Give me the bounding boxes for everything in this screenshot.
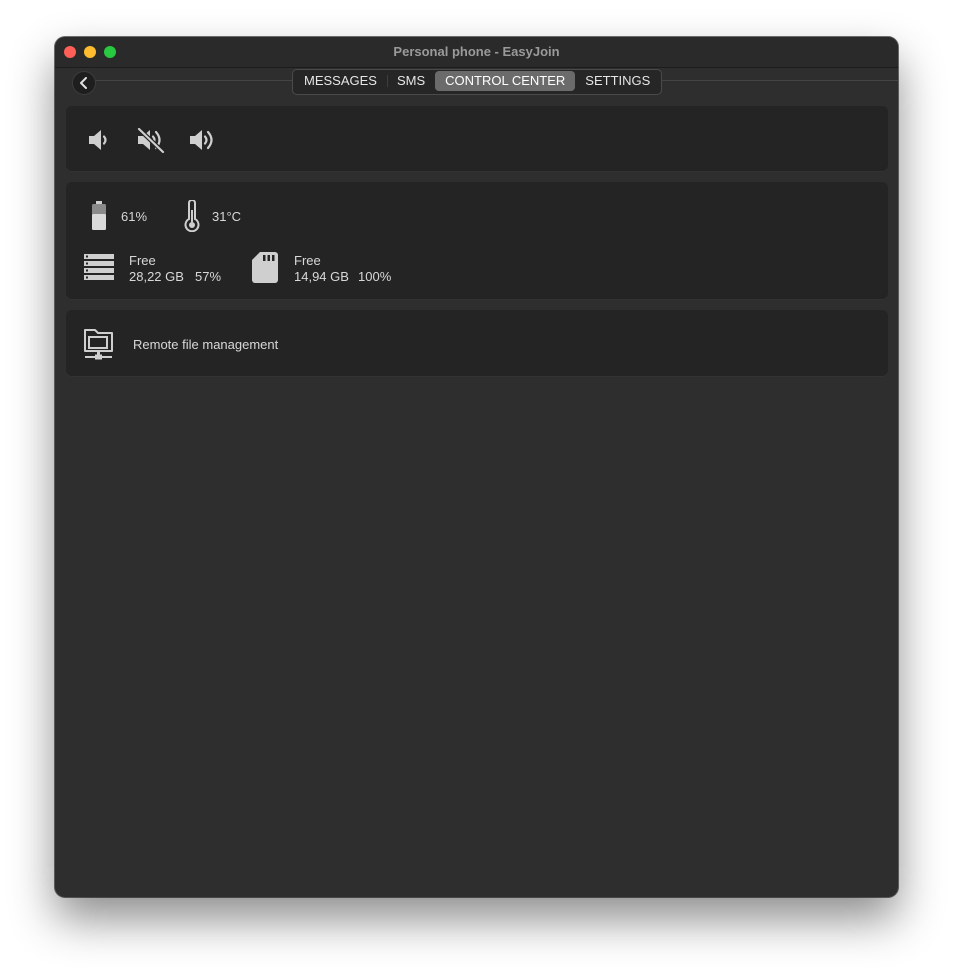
temperature-value: 31°C: [212, 209, 242, 224]
internal-storage-size: 28,22 GB: [129, 269, 184, 284]
sd-card-icon: [252, 252, 278, 283]
chevron-left-icon: [79, 77, 89, 89]
tab-control-center[interactable]: CONTROL CENTER: [435, 71, 576, 91]
thermometer-icon: [183, 200, 201, 232]
volume-up-button[interactable]: [188, 127, 218, 153]
volume-down-button[interactable]: [86, 127, 112, 153]
remote-file-management-button[interactable]: Remote file management: [66, 310, 888, 376]
network-folder-icon: [84, 329, 114, 361]
remote-file-management-label: Remote file management: [133, 337, 279, 352]
window-title: Personal phone - EasyJoin: [393, 44, 560, 59]
internal-storage-label: Free: [129, 253, 156, 268]
tab-bar: MESSAGES SMS CONTROL CENTER SETTINGS: [292, 69, 663, 95]
volume-mute-icon: [136, 127, 166, 153]
volume-mute-button[interactable]: [136, 127, 166, 153]
battery-level: 61%: [121, 209, 148, 224]
internal-storage-percent: 57%: [195, 269, 222, 284]
sd-card-size: 14,94 GB: [294, 269, 349, 284]
sd-card-label: Free: [294, 253, 321, 268]
volume-card: [66, 106, 888, 171]
app-window: Personal phone - EasyJoin MESSAGES SMS C…: [55, 37, 898, 897]
tab-sms[interactable]: SMS: [386, 71, 435, 91]
storage-icon: [84, 254, 114, 280]
volume-up-icon: [188, 127, 218, 153]
tab-messages[interactable]: MESSAGES: [294, 71, 387, 91]
tab-settings[interactable]: SETTINGS: [575, 71, 660, 91]
volume-down-icon: [86, 127, 112, 153]
back-button[interactable]: [72, 71, 96, 95]
battery-icon: [91, 201, 107, 231]
title-bar: Personal phone - EasyJoin: [55, 37, 898, 68]
sd-card-percent: 100%: [358, 269, 392, 284]
device-status-card: 61% 31°C Free 28,22 GB 57% Free 14,94 GB…: [66, 182, 888, 299]
